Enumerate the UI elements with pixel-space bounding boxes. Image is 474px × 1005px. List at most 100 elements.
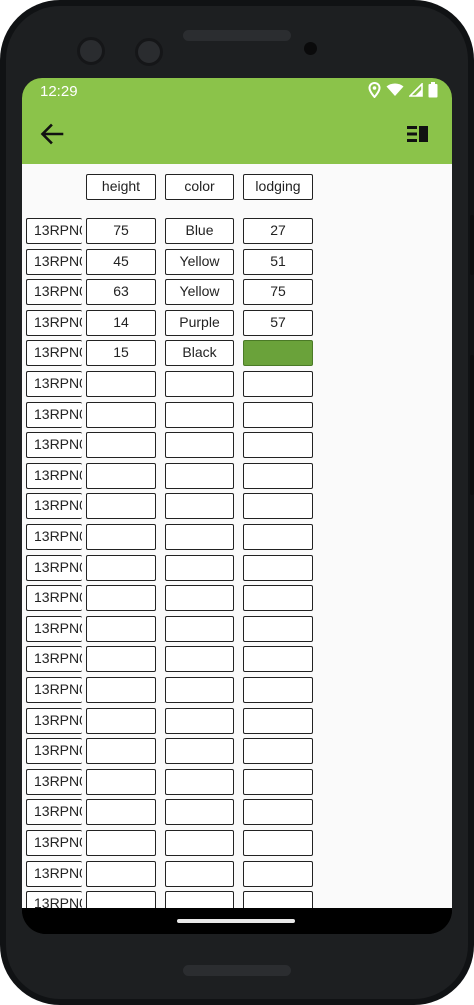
color-cell[interactable]: Blue: [165, 218, 234, 244]
row-label-cell[interactable]: 13RPN0: [26, 310, 82, 336]
color-cell[interactable]: [165, 708, 234, 734]
lodging-cell[interactable]: [243, 555, 313, 581]
row-label-cell[interactable]: 13RPN0: [26, 738, 82, 764]
height-cell[interactable]: [86, 708, 156, 734]
lodging-cell[interactable]: [243, 340, 313, 366]
height-cell[interactable]: [86, 371, 156, 397]
height-cell[interactable]: [86, 432, 156, 458]
color-cell[interactable]: Black: [165, 340, 234, 366]
height-cell[interactable]: [86, 616, 156, 642]
lodging-cell[interactable]: [243, 799, 313, 825]
height-cell[interactable]: 15: [86, 340, 156, 366]
row-label-cell[interactable]: 13RPN0: [26, 677, 82, 703]
color-cell[interactable]: [165, 646, 234, 672]
color-cell[interactable]: [165, 861, 234, 887]
lodging-cell[interactable]: 51: [243, 249, 313, 275]
app-bar: [22, 104, 452, 164]
height-cell[interactable]: [86, 891, 156, 908]
height-cell[interactable]: 63: [86, 279, 156, 305]
home-indicator[interactable]: [177, 919, 295, 923]
height-cell[interactable]: [86, 493, 156, 519]
view-columns-icon[interactable]: [406, 122, 430, 146]
lodging-cell[interactable]: [243, 493, 313, 519]
row-label-cell[interactable]: 13RPN0: [26, 708, 82, 734]
color-cell[interactable]: [165, 463, 234, 489]
row-label-cell[interactable]: 13RPN0: [26, 891, 82, 908]
row-label-cell[interactable]: 13RPN0: [26, 249, 82, 275]
height-cell[interactable]: [86, 402, 156, 428]
lodging-cell[interactable]: [243, 371, 313, 397]
lodging-cell[interactable]: [243, 402, 313, 428]
lodging-cell[interactable]: [243, 677, 313, 703]
height-cell[interactable]: [86, 861, 156, 887]
row-label-cell[interactable]: 13RPN0: [26, 463, 82, 489]
row-label-cell[interactable]: 13RPN0: [26, 861, 82, 887]
color-cell[interactable]: [165, 402, 234, 428]
lodging-cell[interactable]: [243, 738, 313, 764]
color-cell[interactable]: [165, 616, 234, 642]
color-cell[interactable]: [165, 677, 234, 703]
height-cell[interactable]: 14: [86, 310, 156, 336]
row-label-cell[interactable]: 13RPN0: [26, 585, 82, 611]
row-label-cell[interactable]: 13RPN0: [26, 616, 82, 642]
height-cell[interactable]: 45: [86, 249, 156, 275]
lodging-cell[interactable]: [243, 524, 313, 550]
color-cell[interactable]: [165, 585, 234, 611]
color-cell[interactable]: [165, 371, 234, 397]
height-cell[interactable]: [86, 524, 156, 550]
row-label-cell[interactable]: 13RPN0: [26, 555, 82, 581]
row-label-cell[interactable]: 13RPN0: [26, 769, 82, 795]
height-cell[interactable]: [86, 799, 156, 825]
height-cell[interactable]: [86, 555, 156, 581]
row-label-cell[interactable]: 13RPN0: [26, 830, 82, 856]
row-label-cell[interactable]: 13RPN0: [26, 218, 82, 244]
lodging-cell[interactable]: [243, 432, 313, 458]
color-cell[interactable]: [165, 493, 234, 519]
lodging-cell[interactable]: [243, 708, 313, 734]
lodging-cell[interactable]: [243, 616, 313, 642]
color-cell[interactable]: [165, 891, 234, 908]
lodging-cell[interactable]: [243, 830, 313, 856]
lodging-cell[interactable]: [243, 463, 313, 489]
color-cell[interactable]: Yellow: [165, 279, 234, 305]
color-cell[interactable]: Yellow: [165, 249, 234, 275]
color-cell[interactable]: [165, 830, 234, 856]
lodging-cell[interactable]: [243, 891, 313, 908]
lodging-cell[interactable]: [243, 861, 313, 887]
arrow-back-icon[interactable]: [38, 120, 66, 148]
row-label-cell[interactable]: 13RPN0: [26, 371, 82, 397]
lodging-cell[interactable]: [243, 769, 313, 795]
row-label-cell[interactable]: 13RPN0: [26, 340, 82, 366]
row-label-cell[interactable]: 13RPN0: [26, 402, 82, 428]
lodging-cell[interactable]: [243, 585, 313, 611]
height-cell[interactable]: [86, 738, 156, 764]
height-cell[interactable]: 75: [86, 218, 156, 244]
color-cell[interactable]: [165, 769, 234, 795]
color-cell[interactable]: [165, 738, 234, 764]
color-cell[interactable]: [165, 799, 234, 825]
volume-button: [470, 215, 474, 275]
color-cell[interactable]: [165, 432, 234, 458]
row-label-cell[interactable]: 13RPN0: [26, 799, 82, 825]
column-header-color[interactable]: color: [165, 174, 234, 200]
height-cell[interactable]: [86, 463, 156, 489]
color-cell[interactable]: [165, 524, 234, 550]
height-cell[interactable]: [86, 585, 156, 611]
lodging-cell[interactable]: [243, 646, 313, 672]
row-label-cell[interactable]: 13RPN0: [26, 646, 82, 672]
color-cell[interactable]: [165, 555, 234, 581]
color-cell[interactable]: Purple: [165, 310, 234, 336]
row-label-cell[interactable]: 13RPN0: [26, 524, 82, 550]
column-header-lodging[interactable]: lodging: [243, 174, 313, 200]
lodging-cell[interactable]: 75: [243, 279, 313, 305]
height-cell[interactable]: [86, 646, 156, 672]
lodging-cell[interactable]: 27: [243, 218, 313, 244]
column-header-height[interactable]: height: [86, 174, 156, 200]
height-cell[interactable]: [86, 769, 156, 795]
row-label-cell[interactable]: 13RPN0: [26, 279, 82, 305]
lodging-cell[interactable]: 57: [243, 310, 313, 336]
height-cell[interactable]: [86, 677, 156, 703]
height-cell[interactable]: [86, 830, 156, 856]
row-label-cell[interactable]: 13RPN0: [26, 493, 82, 519]
row-label-cell[interactable]: 13RPN0: [26, 432, 82, 458]
